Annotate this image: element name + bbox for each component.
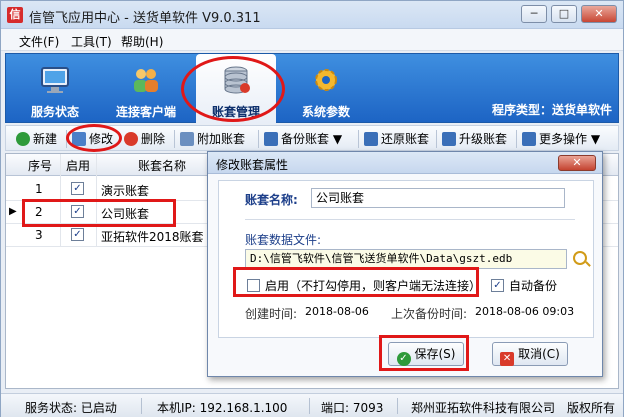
company-name: 郑州亚拓软件科技有限公司 (411, 401, 556, 415)
close-button[interactable]: ✕ (581, 5, 617, 23)
program-type-label: 程序类型：送货单软件 (491, 103, 612, 117)
button-label: 还原账套 (381, 132, 430, 146)
button-label: 附加账套 (197, 132, 246, 146)
row-number: 1 (35, 182, 43, 196)
auto-backup-label: 自动备份 (509, 279, 558, 293)
menu-bar: 文件(F) 工具(T) 帮助(H) (1, 29, 623, 51)
separator (397, 398, 398, 414)
browse-search-icon[interactable] (573, 251, 587, 265)
delete-button[interactable]: 删除 (124, 129, 165, 149)
app-logo-icon: 信 (7, 7, 23, 23)
tab-service-status[interactable]: 服务状态 (20, 54, 90, 124)
new-button[interactable]: 新建 (16, 129, 57, 149)
restore-icon (364, 132, 378, 146)
data-file-input[interactable]: D:\信管飞软件\信管飞送货单软件\Data\gszt.edb (245, 249, 567, 269)
separator (174, 130, 175, 148)
account-name: 亚拓软件2018账套 (101, 230, 204, 244)
copyright: 版权所有 (567, 401, 616, 415)
column-header[interactable]: 启用 (66, 157, 90, 174)
ribbon: 服务状态 连接客户端 账套管理 系统参数 程序类型：送货单软件 (5, 53, 619, 124)
button-label: 取消(C) (518, 347, 560, 361)
dialog-title: 修改账套属性 (216, 158, 289, 172)
more-icon (522, 132, 536, 146)
backup-icon (264, 132, 278, 146)
separator (358, 130, 359, 148)
cancel-icon: ✕ (500, 352, 515, 366)
highlight-oval (66, 124, 122, 152)
name-label: 账套名称: (245, 193, 298, 207)
more-actions-button[interactable]: 更多操作 ▼ (522, 129, 600, 149)
highlight-rect (22, 199, 176, 227)
maximize-button[interactable]: □ (551, 5, 577, 23)
created-value: 2018-08-06 (305, 305, 369, 318)
backup-value: 2018-08-06 09:03 (475, 305, 575, 318)
port: 端口: 7093 (321, 401, 384, 415)
backup-label: 上次备份时间: (391, 307, 468, 321)
minimize-button[interactable]: ─ (521, 5, 547, 23)
backup-account-button[interactable]: 备份账套 ▼ (264, 129, 342, 149)
title-bar: 信 信管飞应用中心 - 送货单软件 V9.0.311 ─ □ ✕ (1, 1, 623, 29)
dialog-close-button[interactable]: ✕ (558, 155, 596, 171)
separator (516, 130, 517, 148)
dialog-title-bar: 修改账套属性 ✕ (208, 152, 602, 174)
separator (141, 398, 142, 414)
row-number: 3 (35, 228, 43, 242)
delete-icon (124, 132, 138, 146)
local-ip: 本机IP: 192.168.1.100 (157, 401, 288, 415)
attach-account-button[interactable]: 附加账套 (180, 129, 245, 149)
status-bar: 服务状态: 已启动 本机IP: 192.168.1.100 端口: 7093 郑… (1, 393, 623, 417)
highlight-rect (379, 335, 469, 371)
tab-label: 服务状态 (30, 105, 79, 119)
button-label: 新建 (33, 132, 58, 146)
auto-backup-checkbox[interactable]: ✓ (491, 279, 504, 292)
main-window: 信 信管飞应用中心 - 送货单软件 V9.0.311 ─ □ ✕ 文件(F) 工… (0, 0, 624, 417)
column-header[interactable]: 账套名称 (138, 157, 186, 174)
separator (436, 130, 437, 148)
highlight-oval (181, 56, 285, 122)
tab-system-params[interactable]: 系统参数 (291, 54, 361, 124)
created-label: 创建时间: (245, 307, 298, 321)
tab-label: 系统参数 (301, 105, 350, 119)
cancel-button[interactable]: ✕ 取消(C) (492, 342, 568, 366)
file-label: 账套数据文件: (245, 233, 322, 247)
account-name: 演示账套 (101, 184, 150, 198)
dialog-panel: 账套名称: 公司账套 账套数据文件: D:\信管飞软件\信管飞送货单软件\Dat… (218, 180, 594, 338)
account-name-input[interactable]: 公司账套 (311, 188, 565, 208)
button-label: 删除 (141, 132, 166, 146)
button-label: 备份账套 ▼ (281, 132, 343, 146)
add-icon (16, 132, 30, 146)
upgrade-icon (442, 132, 456, 146)
window-title: 信管飞应用中心 - 送货单软件 V9.0.311 (29, 11, 261, 26)
upgrade-account-button[interactable]: 升级账套 (442, 129, 507, 149)
enabled-checkbox[interactable]: ✓ (71, 182, 84, 195)
tab-label: 连接客户端 (115, 105, 176, 119)
menu-file[interactable]: 文件(F) (19, 33, 59, 50)
monitor-icon (41, 67, 69, 93)
column-header[interactable]: 序号 (28, 157, 52, 174)
enabled-checkbox[interactable]: ✓ (71, 228, 84, 241)
separator (258, 130, 259, 148)
menu-help[interactable]: 帮助(H) (121, 33, 163, 50)
highlight-rect (233, 267, 479, 297)
row-selector-icon: ▶ (9, 206, 17, 217)
tab-connected-clients[interactable]: 连接客户端 (106, 54, 186, 124)
button-label: 更多操作 ▼ (539, 132, 601, 146)
menu-tools[interactable]: 工具(T) (71, 33, 112, 50)
button-label: 升级账套 (459, 132, 508, 146)
service-status: 服务状态: 已启动 (25, 401, 117, 415)
restore-account-button[interactable]: 还原账套 (364, 129, 429, 149)
separator (309, 398, 310, 414)
attach-icon (180, 132, 194, 146)
users-icon (134, 69, 158, 92)
gear-icon (315, 69, 337, 91)
divider (245, 219, 575, 220)
